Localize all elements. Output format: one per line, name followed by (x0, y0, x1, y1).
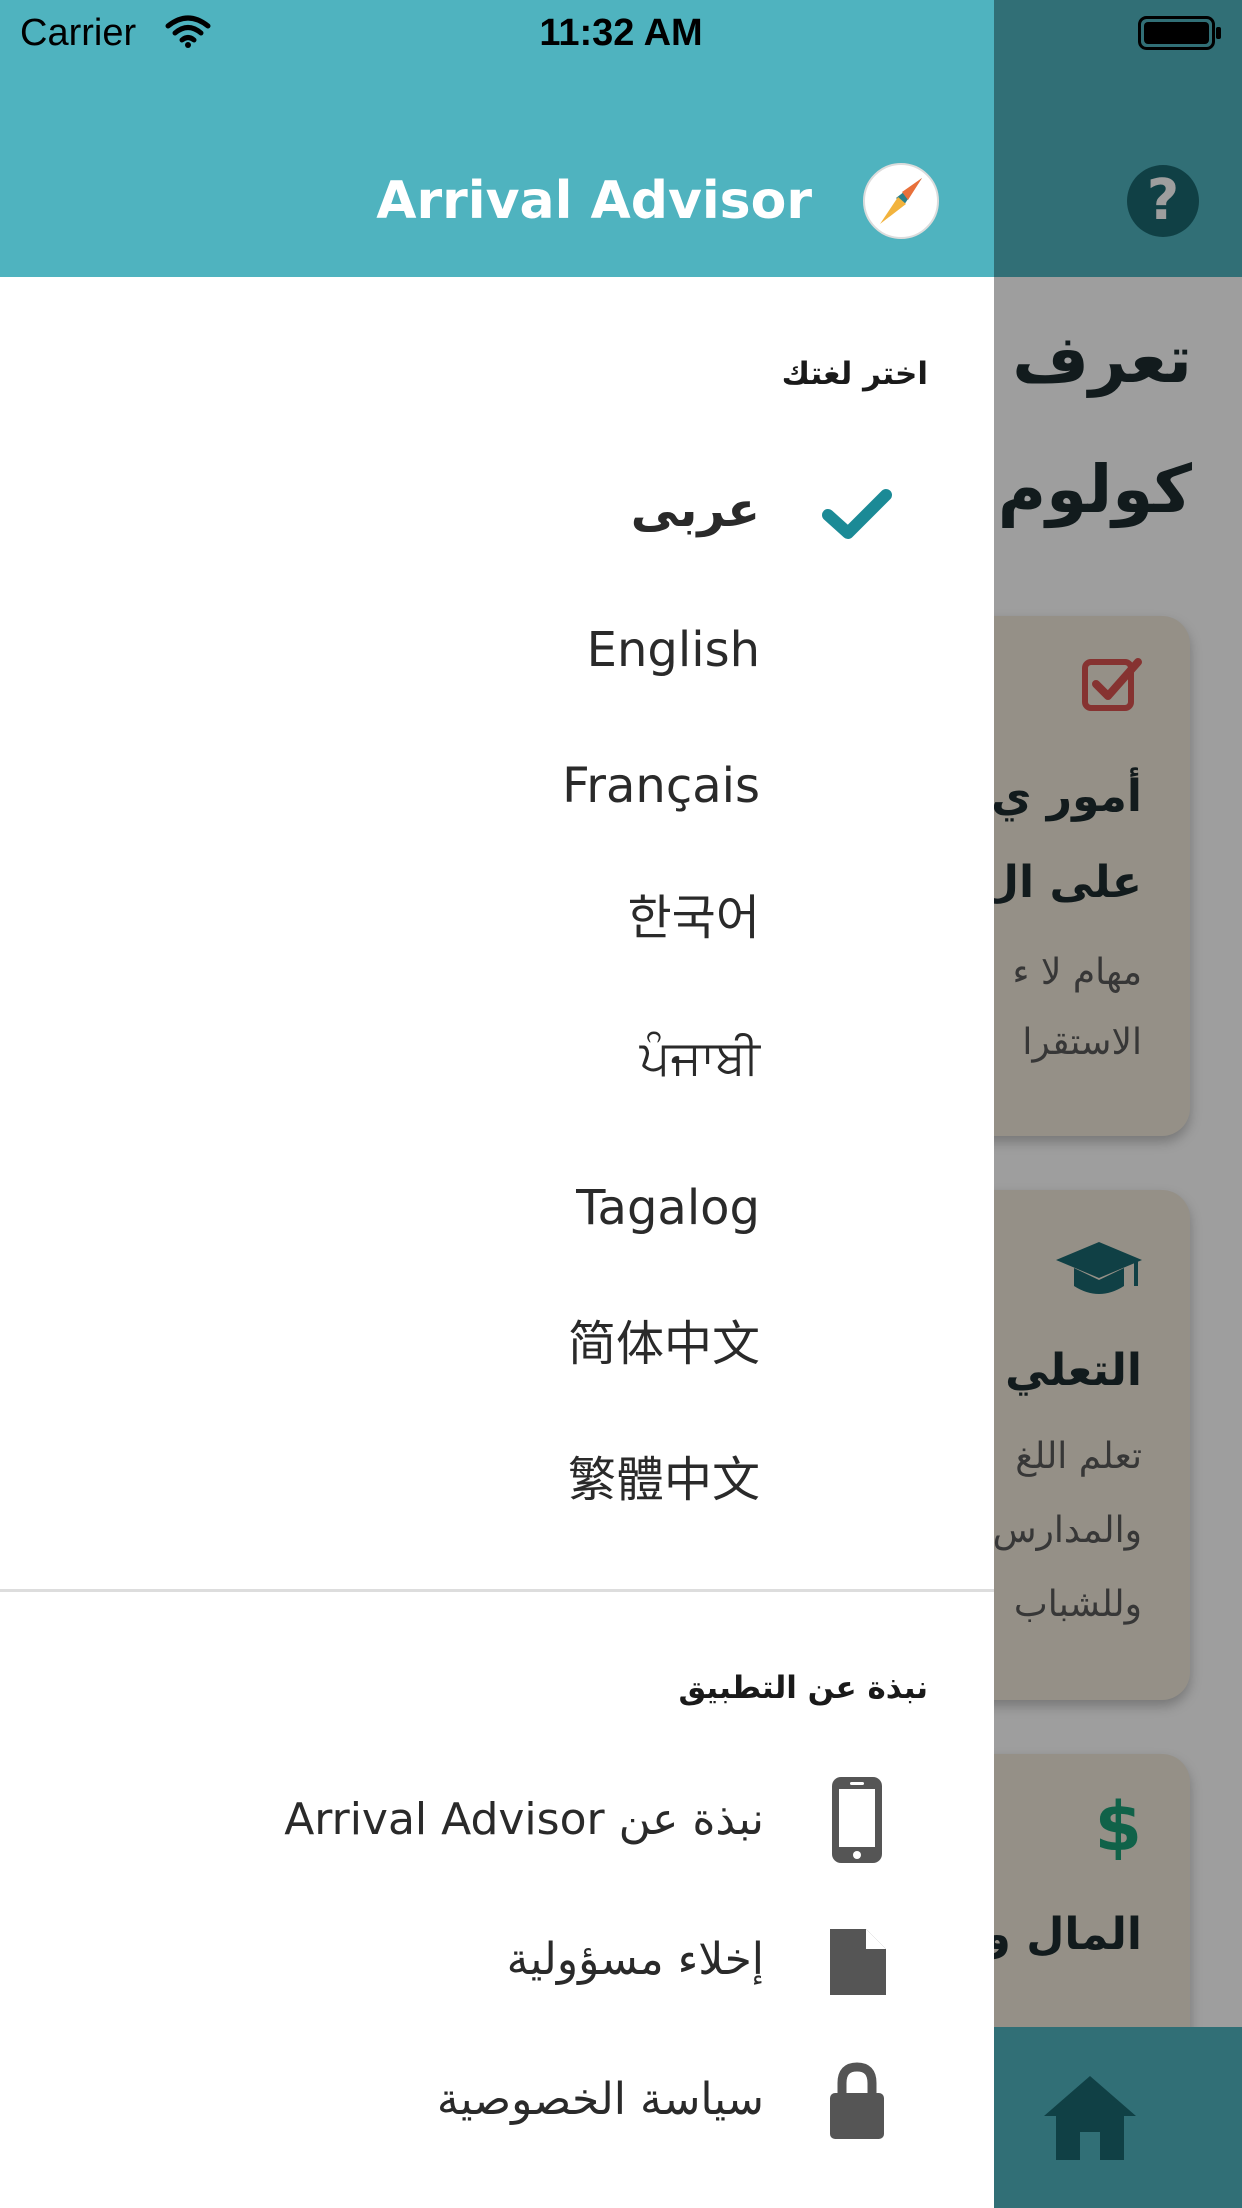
language-item-simplified-chinese[interactable]: 简体中文 (0, 1284, 994, 1404)
document-icon (830, 1929, 886, 1995)
status-bar: Carrier 11:32 AM (0, 0, 1242, 66)
phone-icon (832, 1777, 882, 1863)
language-label: Français (562, 758, 760, 814)
language-item-korean[interactable]: 한국어 (0, 858, 994, 978)
language-item-french[interactable]: Français (0, 726, 994, 846)
language-item-traditional-chinese[interactable]: 繁體中文 (0, 1420, 994, 1540)
language-label: Tagalog (576, 1180, 760, 1236)
language-item-english[interactable]: English (0, 590, 994, 710)
navigation-drawer: Arrival Advisor اختر لغتك عربى English F… (0, 0, 994, 2208)
app-title: Arrival Advisor (376, 171, 812, 231)
about-item-label: نبذة عن Arrival Advisor (284, 1794, 764, 1845)
language-label: ਪੰਜਾਬੀ (639, 1030, 760, 1086)
privacy-policy-item[interactable]: سياسة الخصوصية (0, 2040, 994, 2160)
language-label: عربى (630, 482, 760, 538)
language-item-arabic[interactable]: عربى (0, 450, 994, 570)
language-item-punjabi[interactable]: ਪੰਜਾਬੀ (0, 998, 994, 1118)
language-item-tagalog[interactable]: Tagalog (0, 1148, 994, 1268)
about-app-item[interactable]: نبذة عن Arrival Advisor (0, 1760, 994, 1880)
about-item-label: سياسة الخصوصية (436, 2074, 764, 2125)
about-item-label: إخلاء مسؤولية (506, 1934, 764, 1985)
language-label: English (586, 622, 760, 678)
compass-logo-icon (862, 162, 940, 240)
about-section-label: نبذة عن التطبيق (678, 1670, 928, 1706)
disclaimer-item[interactable]: إخلاء مسؤولية (0, 1900, 994, 2020)
drawer-divider (0, 1589, 994, 1592)
battery-icon (1138, 16, 1221, 50)
lock-icon (830, 2062, 884, 2139)
language-label: 繁體中文 (567, 1452, 760, 1508)
status-time: 11:32 AM (539, 12, 703, 54)
language-label: 한국어 (627, 890, 760, 946)
language-section-label: اختر لغتك (781, 356, 928, 392)
language-label: 简体中文 (567, 1316, 760, 1372)
